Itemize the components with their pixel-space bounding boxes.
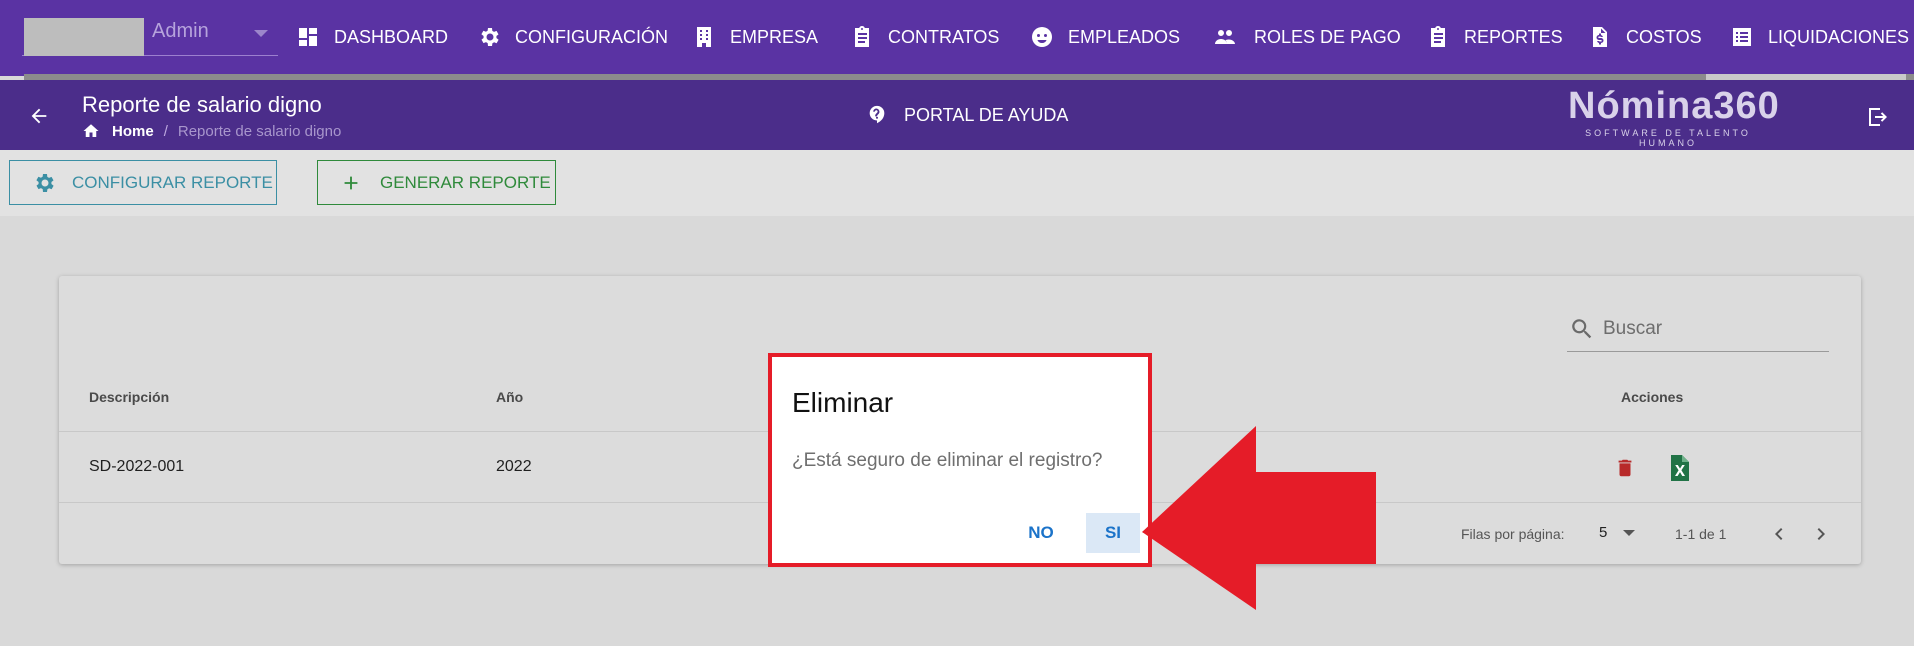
top-navigation: Admin DASHBOARD CONFIGURACIÓN EMPRESA CO…: [0, 0, 1914, 80]
nav-item-roles-de-pago[interactable]: ROLES DE PAGO: [1210, 0, 1401, 74]
search-icon: [1572, 318, 1592, 338]
chevron-down-icon: [1623, 529, 1636, 536]
configure-report-label: CONFIGURAR REPORTE: [72, 172, 273, 192]
logo-wordmark: Nómina360: [1568, 85, 1780, 127]
clipboard-icon: [855, 26, 869, 47]
generate-report-button[interactable]: GENERAR REPORTE: [317, 160, 556, 205]
user-name: Admin: [152, 20, 209, 42]
page-header: Reporte de salario digno Home / Reporte …: [0, 80, 1914, 150]
cell-year: 2022: [496, 458, 532, 475]
dialog-title: Eliminar: [792, 387, 894, 418]
nav-item-empresa[interactable]: EMPRESA: [692, 0, 818, 74]
nav-item-contratos[interactable]: CONTRATOS: [850, 0, 999, 74]
nav-item-costos[interactable]: COSTOS: [1588, 0, 1702, 74]
nav-item-label: CONFIGURACIÓN: [515, 26, 668, 47]
cell-description: SD-2022-001: [89, 458, 185, 475]
nav-item-label: EMPLEADOS: [1068, 26, 1181, 47]
page-title: Reporte de salario digno: [82, 92, 322, 117]
chevron-left-icon[interactable]: [1767, 522, 1791, 546]
back-arrow-icon[interactable]: [28, 105, 50, 127]
clipboard-icon: [1431, 26, 1445, 47]
rows-per-page-label: Filas por página:: [1461, 526, 1565, 542]
logo-tagline: SOFTWARE DE TALENTO HUMANO: [1585, 128, 1751, 148]
face-icon: [1032, 27, 1052, 47]
breadcrumb-home[interactable]: Home: [112, 123, 154, 140]
dialog-message: ¿Está seguro de eliminar el registro?: [792, 450, 1103, 471]
chevron-right-icon[interactable]: [1809, 522, 1833, 546]
column-header-actions: Acciones: [1621, 389, 1684, 405]
rows-per-page-select[interactable]: 5: [1599, 524, 1636, 541]
rows-per-page-value: 5: [1599, 524, 1608, 541]
help-portal-link[interactable]: PORTAL DE AYUDA: [866, 104, 1068, 126]
excel-file-icon[interactable]: [1668, 454, 1692, 482]
file-dollar-icon: [1593, 27, 1607, 47]
gear-icon: [36, 173, 54, 192]
nav-item-label: LIQUIDACIONES: [1768, 26, 1910, 47]
search-box[interactable]: [1567, 306, 1829, 352]
pagination-range: 1-1 de 1: [1675, 526, 1727, 542]
yes-button[interactable]: SI: [1086, 513, 1140, 553]
column-header-description[interactable]: Descripción: [89, 389, 169, 405]
dashboard-icon: [299, 28, 317, 46]
breadcrumb-separator: /: [163, 122, 168, 140]
brand-logo: Nómina360 SOFTWARE DE TALENTO HUMANO: [1568, 85, 1780, 148]
avatar: [24, 18, 144, 56]
breadcrumb-current: Reporte de salario digno: [177, 122, 342, 140]
help-bubble-icon: [869, 105, 885, 124]
generate-report-label: GENERAR REPORTE: [380, 172, 551, 192]
home-icon: [83, 124, 99, 137]
building-icon: [697, 27, 711, 47]
delete-confirm-dialog: Eliminar ¿Está seguro de eliminar el reg…: [768, 353, 1152, 567]
search-input[interactable]: [1603, 317, 1803, 340]
nav-item-label: COSTOS: [1626, 26, 1702, 47]
breadcrumb: Home / Reporte de salario digno: [82, 122, 341, 140]
nav-item-label: EMPRESA: [730, 26, 819, 47]
nav-item-dashboard[interactable]: DASHBOARD: [296, 0, 448, 74]
action-toolbar: CONFIGURAR REPORTE GENERAR REPORTE: [0, 150, 1914, 216]
user-menu[interactable]: Admin: [22, 18, 278, 56]
nav-item-label: CONTRATOS: [888, 26, 1000, 47]
nav-item-label: REPORTES: [1464, 26, 1563, 47]
help-portal-label: PORTAL DE AYUDA: [904, 104, 1069, 125]
gear-icon: [481, 28, 499, 46]
list-icon: [1733, 28, 1751, 46]
nav-item-label: DASHBOARD: [334, 26, 449, 47]
annotation-arrow-icon: [1142, 426, 1376, 610]
nav-item-liquidaciones[interactable]: LIQUIDACIONES: [1730, 0, 1909, 74]
configure-report-button[interactable]: CONFIGURAR REPORTE: [9, 160, 277, 205]
nav-item-reportes[interactable]: REPORTES: [1426, 0, 1563, 74]
chevron-down-icon[interactable]: [254, 30, 268, 37]
nav-item-configuracion[interactable]: CONFIGURACIÓN: [477, 0, 668, 74]
plus-icon: [344, 176, 358, 189]
nav-item-empleados[interactable]: EMPLEADOS: [1030, 0, 1180, 74]
trash-icon[interactable]: [1614, 456, 1636, 480]
nav-item-label: ROLES DE PAGO: [1254, 26, 1401, 47]
users-icon: [1215, 30, 1235, 44]
logout-icon[interactable]: [1866, 105, 1890, 129]
no-button[interactable]: NO: [1018, 513, 1064, 553]
column-header-year[interactable]: Año: [496, 389, 523, 405]
